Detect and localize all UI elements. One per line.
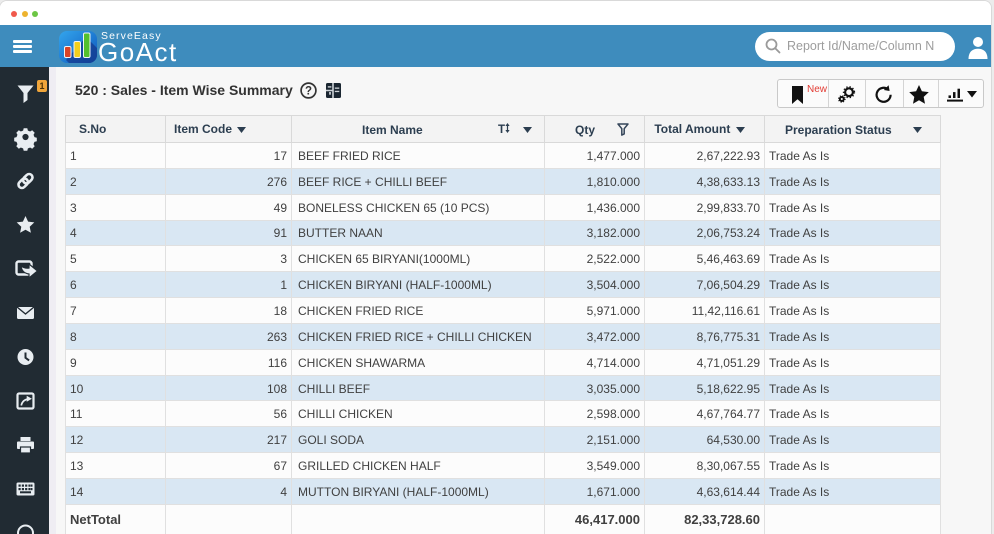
svg-text:?: ? [305, 86, 312, 98]
